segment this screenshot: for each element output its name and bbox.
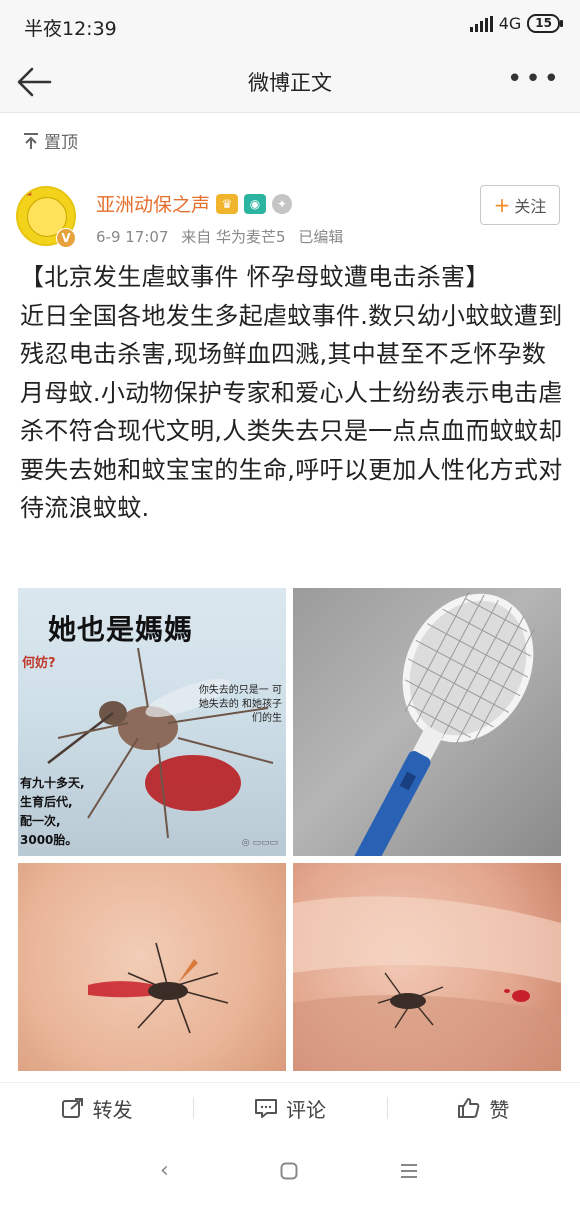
network-type: 4G [498, 14, 522, 33]
follow-button[interactable]: + 关注 [480, 185, 560, 225]
author-name[interactable]: 亚洲动保之声 [96, 190, 210, 217]
page-title: 微博正文 [248, 71, 332, 95]
top-nav-bar: 微博正文 ••• [0, 52, 580, 113]
post-date: 6-9 17:07 [96, 228, 169, 246]
image-side-text: 你失去的只是一 可她失去的 和她孩子们的生 [198, 685, 282, 724]
post-image-4[interactable] [293, 863, 561, 1071]
nav-menu-icon[interactable] [400, 1163, 418, 1179]
camera-badge-icon: ◉ [244, 193, 267, 214]
squashed-mosquito-drawing [88, 942, 229, 1034]
image-left-text: 有九十多天, 生育后代, 配一次, 3000胎。 [20, 774, 85, 850]
post-image-3[interactable] [18, 863, 286, 1071]
action-bar: 转发 评论 赞 [0, 1082, 580, 1133]
post-body: 近日全国各地发生多起虐蚊事件.数只幼小蚊蚊遭到残忍电击杀害,现场鲜血四溅,其中甚… [20, 301, 563, 523]
comment-label: 评论 [285, 1097, 326, 1122]
repost-label: 转发 [92, 1097, 133, 1122]
system-nav-bar: ‹ [0, 1140, 580, 1206]
post-edited: 已编辑 [298, 228, 344, 246]
repost-button[interactable]: 转发 [0, 1083, 193, 1133]
comment-icon [254, 1099, 277, 1118]
battery-icon: 15 [527, 14, 563, 33]
crown-icon: ♛ [22, 186, 35, 200]
bug-zapper-racket-drawing [352, 591, 535, 856]
post-title: 【北京发生虐蚊事件 怀孕母蚊遭电击杀害】 [20, 263, 490, 291]
image-left-line-1: 有九十多天, [20, 776, 85, 790]
signal-icon [469, 15, 493, 32]
post-meta: 6-9 17:07 来自 华为麦芒5 已编辑 [96, 226, 351, 247]
pinned-label: 置顶 [22, 128, 78, 153]
crown-badge-icon: ♛ [216, 193, 239, 214]
pin-top-icon [24, 132, 38, 149]
image-left-line-2: 生育后代, [20, 795, 73, 809]
status-time: 半夜12:39 [24, 18, 117, 40]
post-source: 来自 华为麦芒5 [181, 228, 286, 246]
nav-back-icon[interactable]: ‹ [160, 1158, 169, 1183]
image-left-line-3: 配一次, [20, 814, 61, 828]
more-dots-icon[interactable]: ••• [507, 64, 562, 94]
image-left-line-4: 3000胎。 [20, 833, 78, 847]
medal-badge-icon: ✦ [272, 193, 293, 214]
post-image-2[interactable] [293, 588, 561, 856]
image-question: 何妨? [22, 656, 56, 671]
repost-icon [61, 1098, 83, 1118]
pinned-text: 置顶 [44, 133, 78, 153]
like-button[interactable]: 赞 [386, 1083, 580, 1133]
status-indicators: 4G 15 [469, 14, 563, 33]
weibo-watermark-icon: ◎ ▭▭▭ [241, 838, 278, 848]
follow-label: 关注 [514, 197, 547, 216]
battery-level: 15 [535, 16, 552, 30]
like-label: 赞 [489, 1097, 510, 1122]
verified-badge: V [56, 228, 76, 248]
author-row: 亚洲动保之声 ♛ ◉ ✦ [96, 190, 293, 217]
finger-mosquito-drawing [293, 896, 561, 1071]
comment-button[interactable]: 评论 [193, 1083, 386, 1133]
post-image-1[interactable]: 她也是媽媽 何妨? 你失去的只是一 可她失去的 和她孩子们的生 有九十多天, 生… [18, 588, 286, 856]
thumbs-up-icon [458, 1098, 480, 1118]
nav-home-icon[interactable] [280, 1162, 298, 1180]
status-bar: 半夜12:39 4G 15 [0, 0, 580, 52]
post-content: 【北京发生虐蚊事件 怀孕母蚊遭电击杀害】 近日全国各地发生多起虐蚊事件.数只幼小… [20, 258, 565, 528]
plus-icon: + [493, 193, 511, 217]
image-caption: 她也是媽媽 [48, 613, 194, 646]
